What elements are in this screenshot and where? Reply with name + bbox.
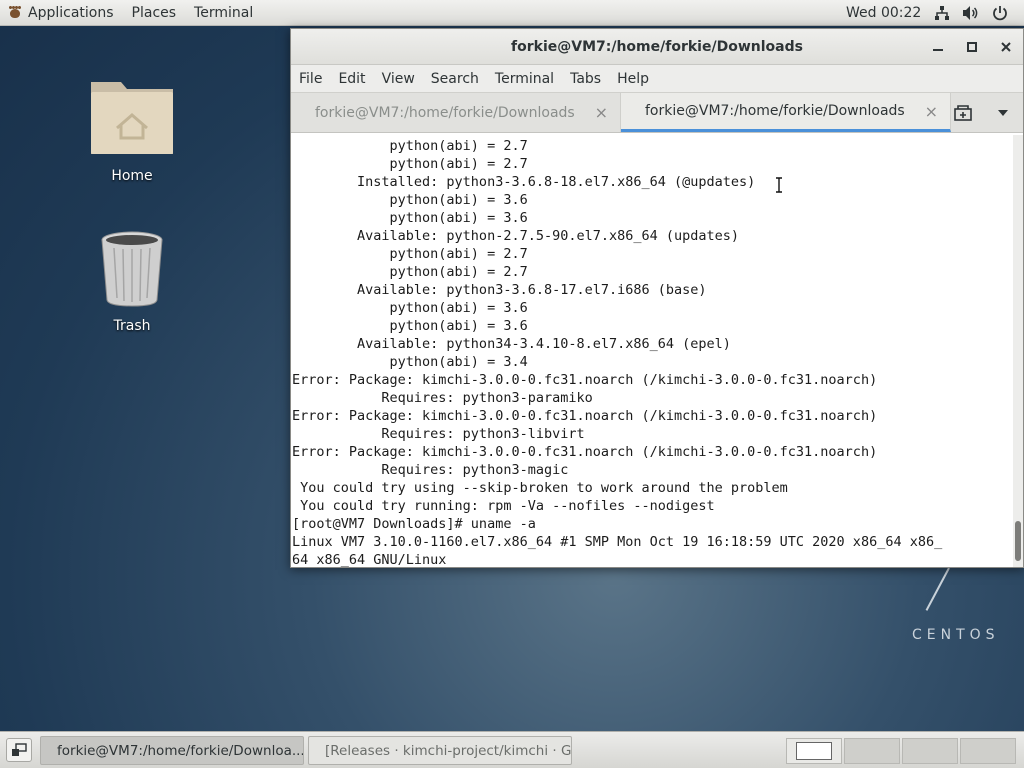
taskbar-terminal[interactable]: forkie@VM7:/home/forkie/Downloa... (40, 736, 304, 765)
menu-search[interactable]: Search (423, 71, 487, 87)
terminal-app-label: Terminal (194, 4, 254, 21)
terminal-line: Error: Package: kimchi-3.0.0-0.fc31.noar… (292, 444, 878, 460)
terminal-line: Available: python3-3.6.8-17.el7.i686 (ba… (292, 282, 707, 298)
show-desktop-button[interactable] (6, 738, 32, 762)
desktop-home-icon[interactable]: Home (77, 72, 187, 184)
terminal-output[interactable]: python(abi) = 2.7 python(abi) = 2.7 Inst… (291, 135, 1013, 567)
maximize-button[interactable] (955, 29, 989, 65)
top-menu: Applications Places Terminal (0, 0, 262, 25)
system-tray[interactable] (934, 0, 1008, 26)
workspace-1-window-preview (796, 742, 832, 760)
minimize-icon (933, 49, 943, 51)
terminal-line: python(abi) = 3.4 (292, 354, 528, 370)
terminal-line: You could try using --skip-broken to wor… (292, 480, 788, 496)
minimize-button[interactable] (921, 29, 955, 65)
centos-slash (925, 567, 950, 611)
menu-tabs[interactable]: Tabs (562, 71, 609, 87)
tab-2[interactable]: forkie@VM7:/home/forkie/Downloads × (621, 93, 951, 132)
terminal-line: Error: Package: kimchi-3.0.0-0.fc31.noar… (292, 408, 878, 424)
home-label: Home (111, 168, 153, 184)
workspace-3[interactable] (902, 738, 958, 764)
scrollbar-thumb[interactable] (1015, 521, 1021, 561)
window-titlebar[interactable]: forkie@VM7:/home/forkie/Downloads (291, 29, 1023, 65)
menu-terminal[interactable]: Terminal (487, 71, 562, 87)
terminal-app-menu[interactable]: Terminal (185, 0, 262, 25)
new-tab-icon (954, 105, 972, 121)
terminal-line: [root@VM7 Downloads]# uname -a (292, 516, 536, 532)
terminal-line: python(abi) = 2.7 (292, 264, 528, 280)
terminal-line: python(abi) = 2.7 (292, 138, 528, 154)
workspace-2[interactable] (844, 738, 900, 764)
menu-help[interactable]: Help (609, 71, 657, 87)
network-icon[interactable] (934, 5, 950, 21)
terminal-line: Available: python-2.7.5-90.el7.x86_64 (u… (292, 228, 740, 244)
terminal-line: python(abi) = 3.6 (292, 210, 528, 226)
tab-2-label: forkie@VM7:/home/forkie/Downloads (645, 103, 905, 119)
window-controls (921, 29, 1023, 65)
tab-bar: forkie@VM7:/home/forkie/Downloads × fork… (291, 93, 1023, 133)
taskbar-firefox[interactable]: [Releases · kimchi-project/kimchi · G... (308, 736, 572, 765)
terminal-line: Error: Package: kimchi-3.0.0-0.fc31.noar… (292, 372, 878, 388)
terminal-line: python(abi) = 3.6 (292, 318, 528, 334)
terminal-line: Requires: python3-magic (292, 462, 569, 478)
terminal-line: Requires: python3-paramiko (292, 390, 593, 406)
places-label: Places (131, 4, 177, 21)
terminal-line: python(abi) = 3.6 (292, 300, 528, 316)
show-desktop-icon (12, 743, 27, 756)
menu-file[interactable]: File (291, 71, 330, 87)
close-button[interactable] (989, 29, 1023, 65)
terminal-line: Linux VM7 3.10.0-1160.el7.x86_64 #1 SMP … (292, 534, 943, 550)
window-title: forkie@VM7:/home/forkie/Downloads (511, 38, 803, 55)
tab-1-close-icon[interactable]: × (595, 103, 608, 122)
terminal-line: You could try running: rpm -Va --nofiles… (292, 498, 715, 514)
volume-icon[interactable] (962, 5, 980, 21)
terminal-line: 64 x86_64 GNU/Linux (292, 552, 447, 567)
taskbar-terminal-label: forkie@VM7:/home/forkie/Downloa... (57, 742, 304, 759)
clock[interactable]: Wed 00:22 (846, 0, 921, 26)
bottom-panel: forkie@VM7:/home/forkie/Downloa... [Rele… (0, 731, 1024, 768)
applications-menu[interactable]: Applications (0, 0, 123, 25)
terminal-line: Installed: python3-3.6.8-18.el7.x86_64 (… (292, 174, 756, 190)
applications-label: Applications (28, 4, 114, 21)
places-menu[interactable]: Places (123, 0, 186, 25)
terminal-line: Requires: python3-libvirt (292, 426, 585, 442)
terminal-window: forkie@VM7:/home/forkie/Downloads File E… (290, 28, 1024, 568)
taskbar-firefox-label: [Releases · kimchi-project/kimchi · G... (325, 742, 572, 759)
tab-1[interactable]: forkie@VM7:/home/forkie/Downloads × (291, 93, 621, 132)
trash-icon (101, 231, 163, 307)
terminal-line: python(abi) = 2.7 (292, 156, 528, 172)
power-icon[interactable] (992, 5, 1008, 21)
workspace-4[interactable] (960, 738, 1016, 764)
tab-2-close-icon[interactable]: × (925, 102, 938, 121)
workspace-switcher (786, 738, 1016, 764)
menu-edit[interactable]: Edit (330, 71, 373, 87)
terminal-line: python(abi) = 3.6 (292, 192, 528, 208)
terminal-line: python(abi) = 2.7 (292, 246, 528, 262)
maximize-icon (967, 42, 977, 52)
top-panel: Applications Places Terminal Wed 00:22 (0, 0, 1024, 26)
terminal-scrollbar[interactable] (1013, 135, 1023, 567)
window-menubar: File Edit View Search Terminal Tabs Help (291, 65, 1023, 93)
close-icon (1001, 42, 1011, 52)
trash-label: Trash (113, 318, 151, 334)
gnome-foot-icon (8, 5, 22, 20)
workspace-1[interactable] (786, 738, 842, 764)
tab-tools (943, 93, 1023, 133)
centos-brand: CENTOS (912, 627, 1000, 643)
tabs-menu-button[interactable] (983, 93, 1023, 133)
tab-1-label: forkie@VM7:/home/forkie/Downloads (315, 104, 575, 121)
menu-view[interactable]: View (374, 71, 423, 87)
chevron-down-icon (998, 110, 1008, 116)
desktop-trash-icon[interactable]: Trash (77, 228, 187, 334)
ibeam-cursor-icon (776, 177, 782, 193)
terminal-line: Available: python34-3.4.10-8.el7.x86_64 … (292, 336, 731, 352)
new-tab-button[interactable] (943, 93, 983, 133)
home-folder-icon (91, 82, 173, 154)
